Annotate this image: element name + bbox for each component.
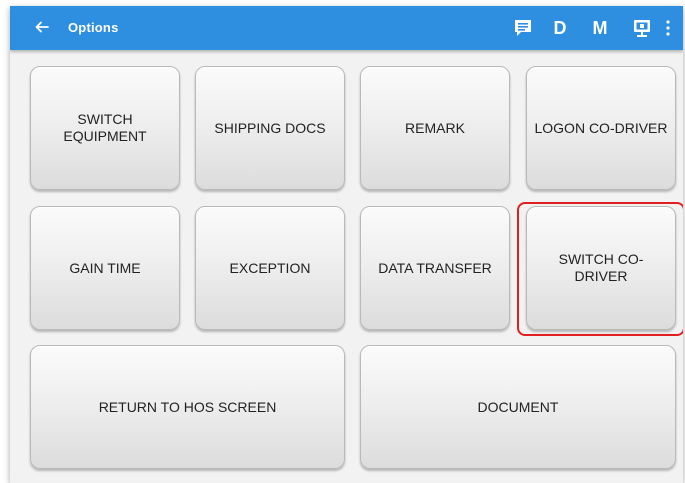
- d-status-button[interactable]: D: [549, 18, 571, 39]
- options-grid: SWITCH EQUIPMENT SHIPPING DOCS REMARK LO…: [10, 50, 683, 483]
- switch-co-driver-label: SWITCH CO-DRIVER: [558, 251, 644, 284]
- logon-co-driver-label: LOGON CO-DRIVER: [534, 119, 668, 136]
- exception-button[interactable]: EXCEPTION: [195, 206, 345, 330]
- remark-label: REMARK: [405, 119, 465, 136]
- gain-time-label: GAIN TIME: [69, 259, 141, 276]
- gain-time-button[interactable]: GAIN TIME: [30, 206, 180, 330]
- remark-button[interactable]: REMARK: [360, 66, 510, 190]
- data-transfer-button[interactable]: DATA TRANSFER: [360, 206, 510, 330]
- return-to-hos-label: RETURN TO HOS SCREEN: [98, 398, 277, 415]
- m-status-button[interactable]: M: [589, 18, 611, 39]
- document-button[interactable]: DOCUMENT: [360, 345, 676, 469]
- switch-equipment-label: SWITCH EQUIPMENT: [63, 111, 147, 144]
- switch-equipment-button[interactable]: SWITCH EQUIPMENT: [30, 66, 180, 190]
- exception-label: EXCEPTION: [229, 259, 311, 276]
- device-icon[interactable]: [629, 18, 655, 38]
- shipping-docs-label: SHIPPING DOCS: [214, 119, 326, 136]
- page-title: Options: [68, 20, 119, 35]
- switch-co-driver-button[interactable]: SWITCH CO-DRIVER: [526, 206, 676, 330]
- more-vert-icon[interactable]: [661, 19, 675, 37]
- return-to-hos-button[interactable]: RETURN TO HOS SCREEN: [30, 345, 345, 469]
- back-arrow-icon[interactable]: [32, 17, 52, 37]
- data-transfer-label: DATA TRANSFER: [378, 259, 492, 276]
- app-bar: Options D M: [10, 6, 683, 50]
- app-window: Options D M SWITCH EQUIPMENT SHIPPING DO…: [10, 6, 683, 483]
- document-label: DOCUMENT: [477, 398, 559, 415]
- logon-co-driver-button[interactable]: LOGON CO-DRIVER: [526, 66, 676, 190]
- appbar-actions: D M: [509, 6, 675, 50]
- shipping-docs-button[interactable]: SHIPPING DOCS: [195, 66, 345, 190]
- message-icon[interactable]: [509, 18, 537, 38]
